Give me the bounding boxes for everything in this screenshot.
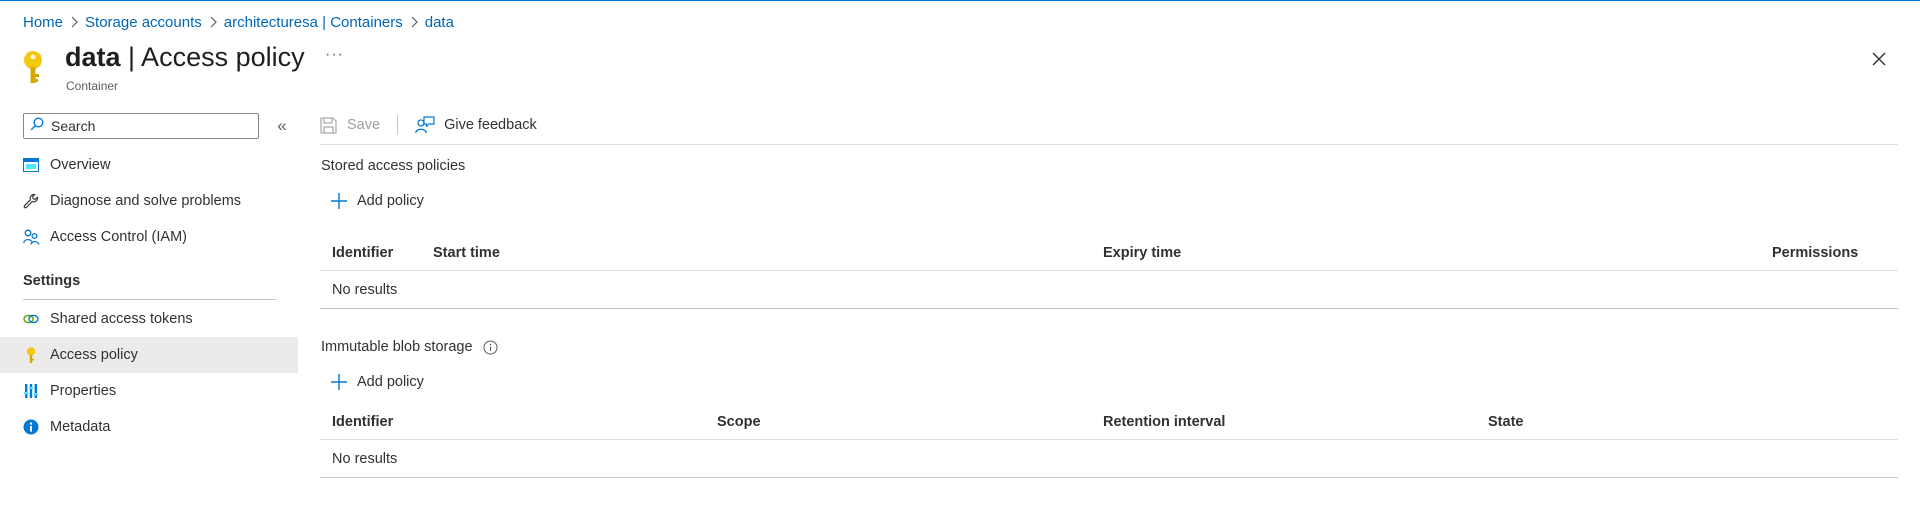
- page-subtitle: Container: [66, 79, 119, 93]
- info-outline-icon[interactable]: [483, 340, 498, 355]
- command-bar: Save Give feedback: [320, 113, 537, 137]
- sidebar-item-iam[interactable]: Access Control (IAM): [0, 219, 298, 255]
- add-immutable-policy-button[interactable]: Add policy: [330, 373, 424, 391]
- sidebar-item-access-policy[interactable]: Access policy: [0, 337, 298, 373]
- give-feedback-button[interactable]: Give feedback: [415, 116, 537, 134]
- plus-icon: [331, 374, 347, 390]
- plus-icon: [331, 193, 347, 209]
- column-header-identifier[interactable]: Identifier: [332, 414, 393, 430]
- toolbar-separator: [397, 115, 399, 135]
- breadcrumb-home[interactable]: Home: [23, 14, 63, 31]
- top-accent-line: [0, 0, 1920, 1]
- column-header-permissions[interactable]: Permissions: [1772, 245, 1858, 261]
- sidebar-item-label: Diagnose and solve problems: [50, 193, 242, 209]
- breadcrumb-data[interactable]: data: [425, 14, 454, 31]
- sidebar-item-label: Access Control (IAM): [50, 229, 187, 245]
- column-header-start-time[interactable]: Start time: [433, 245, 500, 261]
- overview-icon: [22, 156, 40, 174]
- sidebar-section-settings: Settings: [23, 273, 81, 289]
- breadcrumb: Home Storage accounts architecturesa | C…: [23, 11, 454, 33]
- sidebar-item-metadata[interactable]: Metadata: [0, 409, 298, 445]
- page-title-blade: | Access policy: [120, 42, 305, 72]
- table-row: No results: [320, 441, 1898, 478]
- column-header-identifier[interactable]: Identifier: [332, 245, 393, 261]
- breadcrumb-containers[interactable]: architecturesa | Containers: [224, 14, 403, 31]
- immutable-policies-header: Identifier Scope Retention interval Stat…: [320, 404, 1898, 440]
- column-header-expiry-time[interactable]: Expiry time: [1103, 245, 1181, 261]
- save-button[interactable]: Save: [320, 116, 381, 134]
- link-icon: [22, 310, 40, 328]
- toolbar-divider: [320, 144, 1898, 145]
- save-icon: [320, 116, 337, 134]
- feedback-icon: [415, 116, 435, 134]
- sidebar-item-label: Properties: [50, 383, 117, 399]
- collapse-sidebar-button[interactable]: «: [272, 115, 292, 137]
- sidebar-item-label: Overview: [50, 157, 111, 173]
- immutable-storage-title: Immutable blob storage: [321, 339, 498, 355]
- sidebar-divider: [23, 299, 276, 300]
- add-policy-label: Add policy: [357, 193, 424, 209]
- column-header-scope[interactable]: Scope: [717, 414, 761, 430]
- stored-policies-header: Identifier Start time Expiry time Permis…: [320, 235, 1898, 271]
- search-input[interactable]: [49, 117, 249, 135]
- sidebar-item-label: Access policy: [50, 347, 138, 363]
- empty-results-text: No results: [332, 282, 398, 298]
- chevron-right-icon: [63, 11, 85, 33]
- stored-policies-title: Stored access policies: [321, 158, 466, 174]
- properties-icon: [22, 382, 40, 400]
- chevron-right-icon: [202, 11, 224, 33]
- info-icon: [22, 418, 40, 436]
- key-icon: [22, 346, 40, 364]
- people-icon: [22, 228, 40, 246]
- page-title: data | Access policy: [65, 42, 305, 73]
- sidebar-item-diagnose[interactable]: Diagnose and solve problems: [0, 183, 298, 219]
- key-icon: [22, 50, 44, 91]
- sidebar-item-shared-access-tokens[interactable]: Shared access tokens: [0, 301, 298, 337]
- add-stored-policy-button[interactable]: Add policy: [330, 192, 424, 210]
- sidebar-item-label: Metadata: [50, 419, 111, 435]
- sidebar-item-properties[interactable]: Properties: [0, 373, 298, 409]
- column-header-retention-interval[interactable]: Retention interval: [1103, 414, 1225, 430]
- immutable-storage-label: Immutable blob storage: [321, 339, 473, 355]
- sidebar-item-label: Shared access tokens: [50, 311, 193, 327]
- breadcrumb-storage-accounts[interactable]: Storage accounts: [85, 14, 202, 31]
- column-header-state[interactable]: State: [1488, 414, 1523, 430]
- more-options-button[interactable]: ···: [325, 46, 344, 64]
- page-title-resource: data: [65, 42, 121, 72]
- wrench-icon: [22, 192, 40, 210]
- close-icon[interactable]: [1868, 48, 1890, 70]
- feedback-label: Give feedback: [444, 117, 537, 133]
- sidebar-item-overview[interactable]: Overview: [0, 147, 298, 183]
- save-label: Save: [347, 117, 381, 133]
- add-policy-label: Add policy: [357, 374, 424, 390]
- empty-results-text: No results: [332, 451, 398, 467]
- search-field[interactable]: [23, 113, 259, 139]
- chevron-right-icon: [403, 11, 425, 33]
- search-icon: [30, 117, 44, 136]
- table-row: No results: [320, 272, 1898, 309]
